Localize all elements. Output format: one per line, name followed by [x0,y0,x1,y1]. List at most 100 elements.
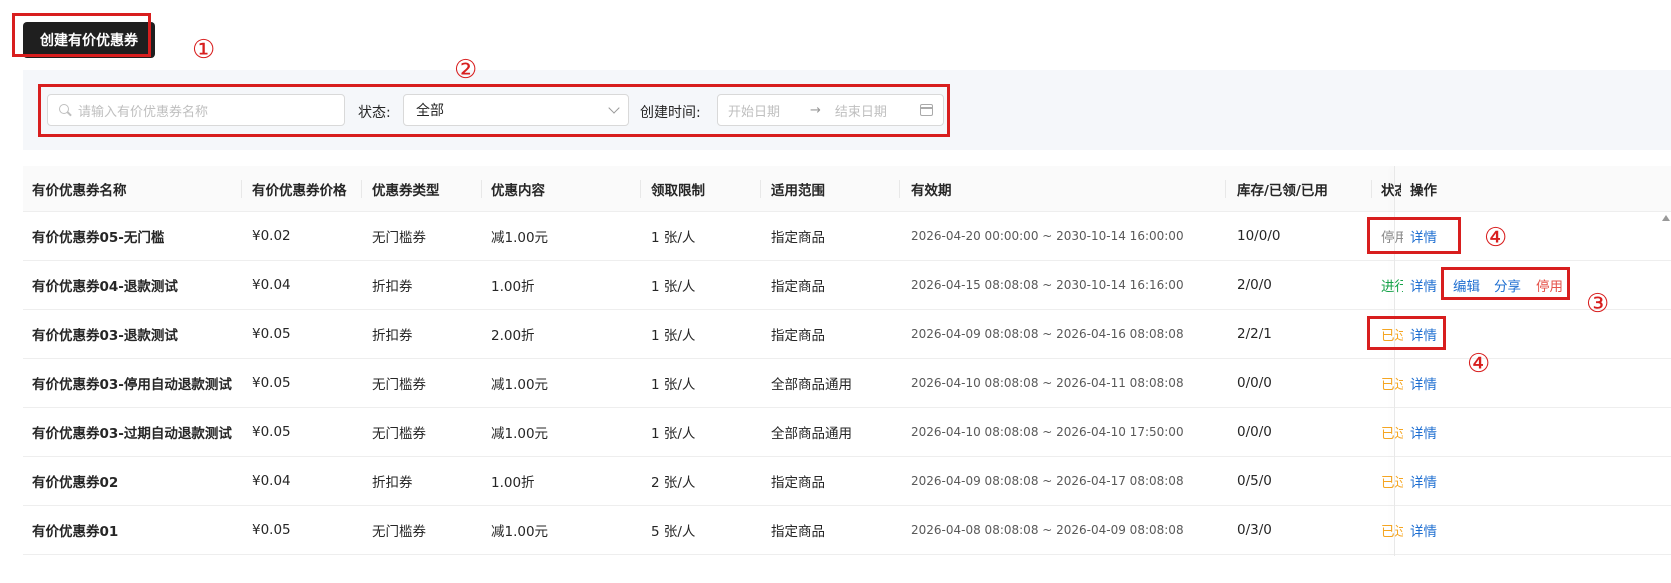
coupon-scope: 指定商品 [771,279,825,295]
coupon-price: ¥0.05 [252,326,291,342]
status-filter-label: 状态: [358,105,391,121]
coupon-type: 折扣券 [372,279,413,295]
range-arrow-icon: → [810,102,821,118]
col-header-actions: 操作 [1410,182,1437,199]
stock-counts: 0/3/0 [1237,522,1272,538]
detail-link[interactable]: 详情 [1410,408,1437,456]
coupon-type: 无门槛券 [372,426,426,442]
claim-limit: 1 张/人 [651,279,696,295]
coupon-type: 无门槛券 [372,377,426,393]
table-row: 有价优惠券04-退款测试 ¥0.04 折扣券 1.00折 1 张/人 指定商品 2026-0… [23,261,1671,310]
coupon-price: ¥0.04 [252,277,291,293]
coupon-scope: 指定商品 [771,475,825,491]
col-header-limit: 领取限制 [651,182,705,199]
coupon-name: 有价优惠券03-停用自动退款测试 [32,377,232,393]
coupon-price: ¥0.05 [252,522,291,538]
stock-counts: 2/0/0 [1237,277,1272,293]
coupon-content: 减1.00元 [491,377,549,393]
coupon-name: 有价优惠券03-过期自动退款测试 [32,426,232,442]
create-paid-coupon-button[interactable]: 创建有价优惠券 [23,22,155,58]
annotation-number-3: ③ [1586,289,1610,319]
detail-link[interactable]: 详情 [1410,310,1437,358]
coupon-price: ¥0.05 [252,375,291,391]
disable-link[interactable]: 停用 [1536,261,1563,309]
col-header-stock: 库存/已领/已用 [1237,182,1328,199]
fixed-column-divider [1394,166,1395,556]
coupon-type: 无门槛券 [372,230,426,246]
col-header-price: 有价优惠券价格 [252,182,347,199]
detail-link[interactable]: 详情 [1410,212,1437,260]
table-row: 有价优惠券03-退款测试 ¥0.05 折扣券 2.00折 1 张/人 指定商品 2026-0… [23,310,1671,359]
status-badge: 已过期 [1381,475,1403,491]
status-badge: 已过期 [1381,328,1403,344]
coupon-scope: 指定商品 [771,230,825,246]
valid-period: 2026-04-10 08:08:08 ~ 2026-04-10 17:50:0… [911,425,1184,439]
table-row: 有价优惠券03-停用自动退款测试 ¥0.05 无门槛券 减1.00元 1 张/人 全部商品… [23,359,1671,408]
annotation-number-4b: ④ [1467,349,1491,379]
share-link[interactable]: 分享 [1494,261,1521,309]
stock-counts: 2/2/1 [1237,326,1272,342]
coupon-content: 减1.00元 [491,524,549,540]
claim-limit: 1 张/人 [651,230,696,246]
stock-counts: 10/0/0 [1237,228,1281,244]
valid-period: 2026-04-20 00:00:00 ~ 2030-10-14 16:00:0… [911,229,1184,243]
start-date-input[interactable]: 开始日期 [728,101,780,120]
col-header-name: 有价优惠券名称 [32,182,127,199]
coupon-price: ¥0.05 [252,424,291,440]
detail-link[interactable]: 详情 [1410,261,1437,309]
valid-period: 2026-04-09 08:08:08 ~ 2026-04-17 08:08:0… [911,474,1184,488]
coupon-content: 减1.00元 [491,230,549,246]
valid-period: 2026-04-10 08:08:08 ~ 2026-04-11 08:08:0… [911,376,1184,390]
coupon-scope: 全部商品通用 [771,377,852,393]
table-header-row: 有价优惠券名称 有价优惠券价格 优惠券类型 优惠内容 领取限制 适用范围 有效期… [23,166,1671,212]
created-time-label: 创建时间: [640,105,701,121]
col-header-scope: 适用范围 [771,182,825,199]
status-badge: 已过期 [1381,524,1403,540]
claim-limit: 1 张/人 [651,426,696,442]
detail-link[interactable]: 详情 [1410,506,1437,554]
search-placeholder: 请输入有价优惠券名称 [78,104,209,120]
coupon-type: 折扣券 [372,328,413,344]
coupon-name: 有价优惠券04-退款测试 [32,279,178,295]
date-range-picker[interactable]: 开始日期 → 结束日期 [717,94,944,126]
table-row: 有价优惠券05-无门槛 ¥0.02 无门槛券 减1.00元 1 张/人 指定商品 2026-… [23,212,1671,261]
detail-link[interactable]: 详情 [1410,359,1437,407]
stock-counts: 0/5/0 [1237,473,1272,489]
coupon-scope: 指定商品 [771,328,825,344]
coupon-price: ¥0.02 [252,228,291,244]
coupon-name: 有价优惠券03-退款测试 [32,328,178,344]
table-row: 有价优惠券02 ¥0.04 折扣券 1.00折 2 张/人 指定商品 2026-04-09 … [23,457,1671,506]
claim-limit: 1 张/人 [651,377,696,393]
coupon-content: 2.00折 [491,328,535,344]
edit-link[interactable]: 编辑 [1453,261,1480,309]
coupon-content: 减1.00元 [491,426,549,442]
search-icon [58,103,72,117]
annotation-number-4a: ④ [1484,223,1508,253]
status-badge: 已过期 [1381,377,1403,393]
status-select[interactable]: 全部 [403,94,629,126]
annotation-number-1: ① [192,35,216,65]
table-row: 有价优惠券03-过期自动退款测试 ¥0.05 无门槛券 减1.00元 1 张/人 全部商品… [23,408,1671,457]
claim-limit: 2 张/人 [651,475,696,491]
status-badge: 进行中 [1381,279,1403,295]
detail-link[interactable]: 详情 [1410,457,1437,505]
table-row: 有价优惠券01 ¥0.05 无门槛券 减1.00元 5 张/人 指定商品 2026-04-0… [23,506,1671,555]
valid-period: 2026-04-15 08:08:08 ~ 2030-10-14 16:16:0… [911,278,1184,292]
coupon-name: 有价优惠券02 [32,475,119,491]
coupon-scope: 全部商品通用 [771,426,852,442]
col-header-period: 有效期 [911,182,952,199]
coupon-name: 有价优惠券05-无门槛 [32,230,165,246]
valid-period: 2026-04-08 08:08:08 ~ 2026-04-09 08:08:0… [911,523,1184,537]
calendar-icon [920,104,933,116]
claim-limit: 5 张/人 [651,524,696,540]
annotation-number-2: ② [454,55,478,85]
search-input[interactable]: 请输入有价优惠券名称 [47,94,345,126]
scroll-up-arrow[interactable] [1662,215,1670,221]
coupon-type: 无门槛券 [372,524,426,540]
status-badge: 已过期 [1381,426,1403,442]
end-date-input[interactable]: 结束日期 [835,101,920,120]
coupon-scope: 指定商品 [771,524,825,540]
coupon-price: ¥0.04 [252,473,291,489]
coupon-content: 1.00折 [491,279,535,295]
status-badge: 停用 [1381,230,1403,246]
